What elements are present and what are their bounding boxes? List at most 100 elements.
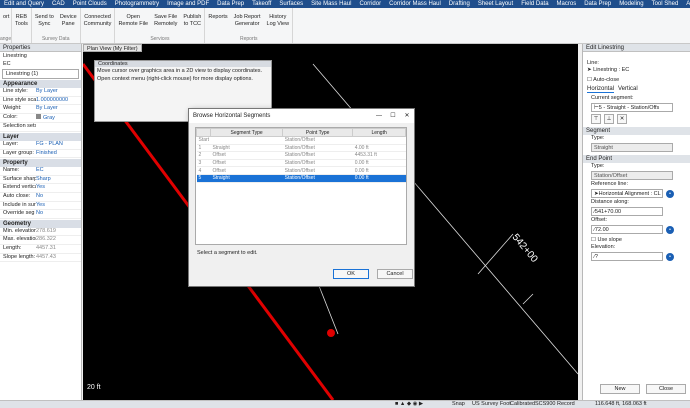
prop-label: Color: <box>3 113 18 120</box>
calibrated-indicator: Calibrated <box>510 401 536 407</box>
close-icon[interactable]: ✕ <box>400 109 414 123</box>
point-type-cell: Station/Offset <box>282 151 353 160</box>
section-layer[interactable]: Layer <box>0 132 81 141</box>
menu-item[interactable]: Point Clouds <box>69 1 111 7</box>
job-report-generator-button[interactable]: Job Report Generator <box>231 8 264 36</box>
section-property[interactable]: Property <box>0 159 81 168</box>
insert-after-icon[interactable]: ⊥ <box>604 114 614 124</box>
menu-item[interactable]: Surfaces <box>275 1 307 7</box>
save-file-remotely-button[interactable]: Save File Remotely <box>151 8 180 36</box>
offset-field[interactable]: ∕ 72.00 <box>591 225 663 234</box>
line-value-row[interactable]: ➤ Linestring : EC <box>583 67 690 74</box>
menu-item[interactable]: Image and PDF <box>163 1 213 7</box>
prop-extend-vertical[interactable]: Extend vertical Yes <box>0 184 81 193</box>
reference-line-field[interactable]: ➤ Horizontal Alignment : CL 7 <box>591 189 663 198</box>
segment-row[interactable]: 1 Straight Station/Offset 4.00 ft <box>196 144 406 153</box>
prop-surface-sharp[interactable]: Surface sharp: Sharp <box>0 176 81 185</box>
menu-item[interactable]: Takeoff <box>248 1 275 7</box>
point-type-cell: Station/Offset <box>282 159 353 168</box>
plan-view-tab[interactable]: Plan View (My Filter) <box>83 44 142 52</box>
menu-item[interactable]: Tool Shed <box>648 1 683 7</box>
row-number: Start <box>196 136 211 145</box>
menu-item[interactable]: ANZ <box>682 1 690 7</box>
connected-community-button[interactable]: Connected Community <box>81 8 115 36</box>
distance-along-field[interactable]: ∕ 541+70.00 <box>591 207 663 216</box>
prop-name[interactable]: Name: EC <box>0 167 81 176</box>
prop-line-style[interactable]: Line style: By Layer <box>0 88 81 97</box>
use-slope-row[interactable]: ☐ Use slope <box>583 237 690 244</box>
ok-button[interactable]: OK <box>333 269 369 279</box>
properties-selection-count[interactable]: Linestring (1) <box>2 69 79 79</box>
segment-row[interactable]: Start Station/Offset <box>196 136 406 145</box>
connected-community-label: Connected <box>84 14 111 20</box>
line-label: Line: <box>587 60 599 66</box>
prop-color[interactable]: Color: Gray <box>0 113 81 124</box>
section-appearance[interactable]: Appearance <box>0 80 81 88</box>
menu-item[interactable]: Modeling <box>615 1 647 7</box>
menu-item[interactable]: Sheet Layout <box>474 1 517 7</box>
prop-layer[interactable]: Layer: FG - PLAN <box>0 141 81 150</box>
station-tick <box>522 293 534 305</box>
prop-auto-close[interactable]: Auto close: No <box>0 193 81 202</box>
prop-layer-group[interactable]: Layer group: Finished <box>0 150 81 159</box>
tab-horizontal[interactable]: Horizontal <box>587 86 615 93</box>
section-geometry[interactable]: Geometry <box>0 219 81 228</box>
current-segment-field[interactable]: ⊢ 5 - Straight - Station/Offs <box>591 103 673 112</box>
cancel-button[interactable]: Cancel <box>377 269 413 279</box>
send-to-sync-button[interactable]: Send to Sync <box>32 8 57 36</box>
offset-expand-icon[interactable]: • <box>666 225 674 234</box>
elevation-field[interactable]: ∕ ? <box>591 252 663 261</box>
menu-item[interactable]: Field Data <box>517 1 552 7</box>
elevation-expand-icon[interactable]: • <box>666 252 674 261</box>
prop-selection-sets[interactable]: Selection sets: <box>0 123 81 132</box>
segment-row-selected[interactable]: 5 Straight Station/Offset 0.00 ft <box>196 174 406 183</box>
segment-row[interactable]: 4 Offset Station/Offset 0.00 ft <box>196 166 406 175</box>
reference-line-row: ➤ Horizontal Alignment : CL 7 • <box>583 188 690 199</box>
prop-include-surf[interactable]: Include in surf Yes <box>0 202 81 211</box>
minimize-icon[interactable]: — <box>372 109 386 123</box>
segment-row[interactable]: 3 Offset Station/Offset 0.00 ft <box>196 159 406 168</box>
units-indicator[interactable]: US Survey Foot <box>472 401 511 408</box>
reference-line-expand-icon[interactable]: • <box>666 189 674 198</box>
menu-item[interactable]: Site Mass Haul <box>307 1 355 7</box>
segment-type-select[interactable]: Straight <box>591 143 673 152</box>
maximize-icon[interactable]: ☐ <box>386 109 400 123</box>
edit-tabs: Horizontal Vertical <box>583 86 690 93</box>
segment-type-header[interactable]: Segment Type <box>209 128 284 137</box>
menu-item[interactable]: Data Prep <box>213 1 248 7</box>
auto-close-row[interactable]: ☐ Auto-close <box>583 77 690 84</box>
end-point-type-label: Type: <box>591 163 605 169</box>
reports-button[interactable]: Reports <box>205 8 230 36</box>
delete-segment-icon[interactable]: ✕ <box>617 114 627 124</box>
point-type-header[interactable]: Point Type <box>282 128 354 137</box>
publish-to-tcc-button[interactable]: Publish to TCC <box>180 8 204 36</box>
menu-item[interactable]: CAD <box>48 1 69 7</box>
menu-item[interactable]: Macros <box>553 1 581 7</box>
device-pane-button[interactable]: Device Pane <box>57 8 80 36</box>
tab-vertical[interactable]: Vertical <box>618 86 638 93</box>
new-button[interactable]: New <box>600 384 640 394</box>
reb-tools-button[interactable]: REB Tools <box>12 8 31 36</box>
menu-item[interactable]: Corridor <box>355 1 385 7</box>
menu-item[interactable]: Photogrammetry <box>111 1 163 7</box>
insert-before-icon[interactable]: ⊤ <box>591 114 601 124</box>
prop-value: 4457.31 <box>36 244 56 251</box>
prop-weight[interactable]: Weight: By Layer <box>0 105 81 114</box>
linestring-endpoint-marker[interactable] <box>327 329 335 337</box>
open-remote-file-button[interactable]: Open Remote File <box>115 8 151 36</box>
menu-item[interactable]: Edit and Query <box>0 1 48 7</box>
end-point-type-select[interactable]: Station/Offset <box>591 171 673 180</box>
prop-override-seg[interactable]: Override seg No <box>0 210 81 219</box>
length-header[interactable]: Length <box>352 128 406 137</box>
snap-toggle[interactable]: Snap <box>452 401 465 408</box>
ribbon-frag-button[interactable]: ort <box>0 8 12 36</box>
menu-item[interactable]: Data Prep <box>580 1 615 7</box>
segment-row[interactable]: 2 Offset Station/Offset 4453.31 ft <box>196 151 406 160</box>
prop-line-scale[interactable]: Line style scal 1.000000000 <box>0 97 81 106</box>
close-button[interactable]: Close <box>646 384 686 394</box>
history-log-view-button[interactable]: History Log View <box>264 8 293 36</box>
menu-item[interactable]: Corridor Mass Haul <box>385 1 445 7</box>
prop-value: By Layer <box>36 88 58 94</box>
segments-grid[interactable]: Segment Type Point Type Length Start Stat… <box>195 127 407 245</box>
menu-item[interactable]: Drafting <box>445 1 474 7</box>
